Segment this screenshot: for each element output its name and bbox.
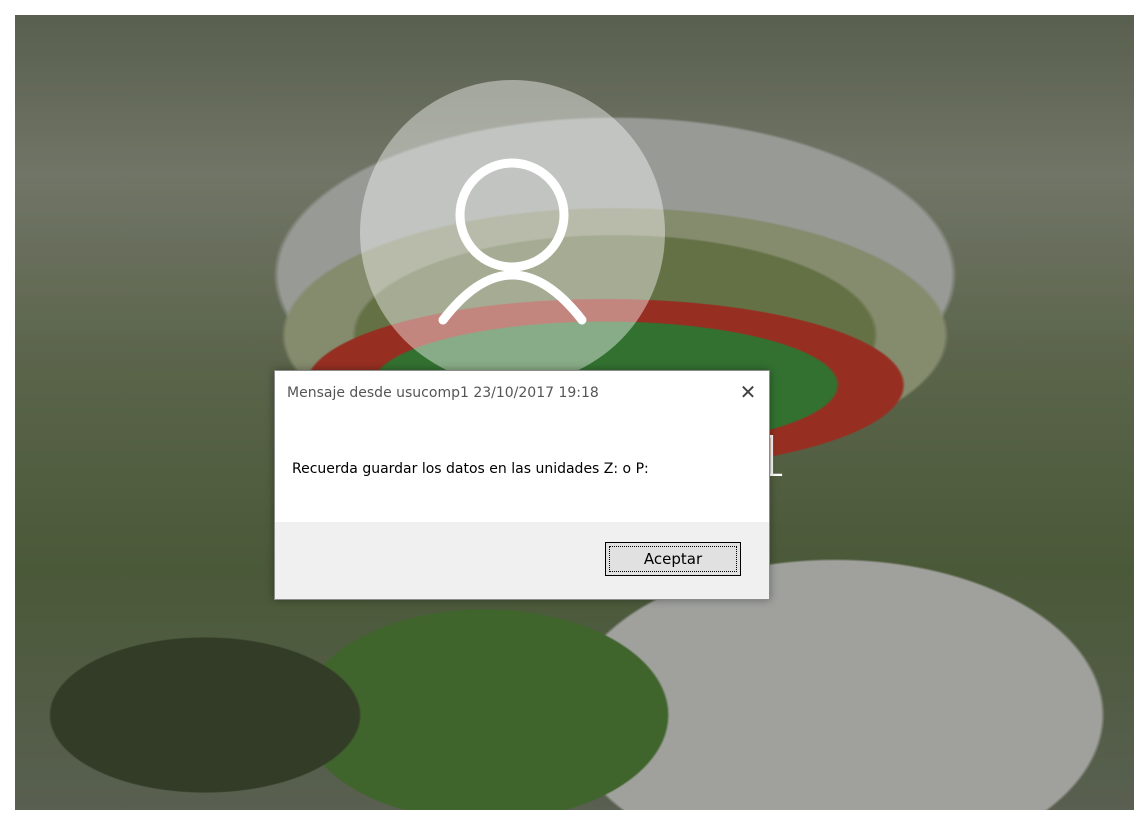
user-icon (438, 158, 587, 325)
close-icon[interactable]: ✕ (733, 378, 763, 406)
ok-button[interactable]: Aceptar (605, 542, 741, 576)
dialog-footer: Aceptar (275, 522, 769, 599)
dialog-title: Mensaje desde usucomp1 23/10/2017 19:18 (287, 385, 599, 401)
message-dialog: Mensaje desde usucomp1 23/10/2017 19:18 … (274, 370, 770, 600)
dialog-message: Recuerda guardar los datos en las unidad… (292, 461, 649, 477)
user-avatar (360, 80, 665, 385)
ok-button-label: Aceptar (609, 546, 737, 572)
